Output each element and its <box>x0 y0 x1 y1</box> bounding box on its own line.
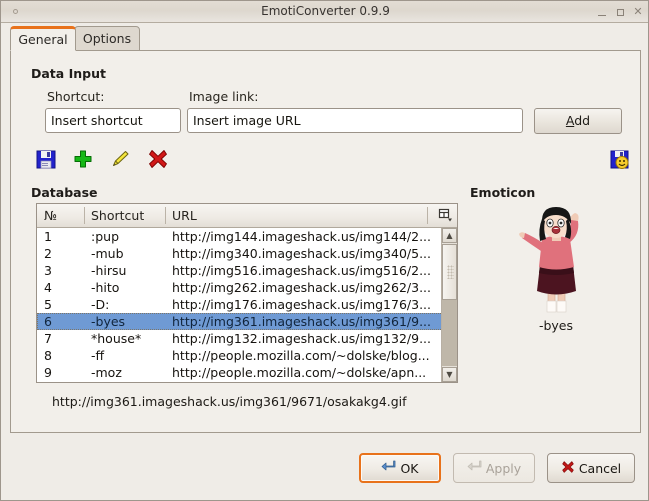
table-cell-num: 7 <box>44 331 52 346</box>
shortcut-label: Shortcut: <box>47 89 105 104</box>
scroll-thumb[interactable] <box>442 244 457 300</box>
edit-icon[interactable] <box>109 148 131 170</box>
application-window: EmotiConverter 0.9.9 ✕ Options General D… <box>0 0 649 501</box>
table-cell-num: 9 <box>44 365 52 380</box>
add-button[interactable]: Add <box>534 108 622 134</box>
cancel-button-label: Cancel <box>578 460 622 476</box>
save-icon[interactable] <box>35 148 57 170</box>
scroll-down-arrow[interactable]: ▼ <box>442 367 457 382</box>
cancel-button[interactable]: Cancel <box>547 453 635 483</box>
table-cell-url: http://img516.imageshack.us/img516/2... <box>172 263 431 278</box>
table-cell-shortcut: -moz <box>91 365 122 380</box>
enter-arrow-icon-disabled <box>467 460 482 476</box>
table-cell-num: 4 <box>44 280 52 295</box>
data-input-group-title: Data Input <box>31 66 106 81</box>
table-row[interactable]: 7 *house* http://img132.imageshack.us/img1… <box>37 330 457 347</box>
table-cell-num: 1 <box>44 229 52 244</box>
table-cell-num: 6 <box>44 314 52 329</box>
column-chooser-icon[interactable] <box>438 208 454 223</box>
image-link-label: Image link: <box>189 89 259 104</box>
tab-options[interactable]: Options <box>74 26 140 51</box>
table-cell-url: http://people.mozilla.com/~dolske/blog..… <box>172 348 430 363</box>
maximize-button[interactable] <box>613 5 627 19</box>
table-cell-num: 5 <box>44 297 52 312</box>
ok-button-label: OK <box>400 460 419 476</box>
scroll-thumb-grip <box>447 265 454 279</box>
column-header-url[interactable]: URL <box>165 204 427 227</box>
database-table[interactable]: № Shortcut URL 1 :pup http://img144.images… <box>36 203 458 383</box>
table-row[interactable]: 5 -D: http://img176.imageshack.us/img176/3… <box>37 296 457 313</box>
add-button-label: dd <box>574 113 591 128</box>
table-cell-url: http://img361.imageshack.us/img361/9... <box>172 314 431 329</box>
image-link-input[interactable] <box>187 108 523 133</box>
add-button-mnemonic: A <box>565 113 575 128</box>
table-row[interactable]: 9 -moz http://people.mozilla.com/~dolske/a… <box>37 364 457 381</box>
close-button[interactable]: ✕ <box>631 5 645 19</box>
table-header-row: № Shortcut URL <box>37 204 457 228</box>
table-cell-url: http://img132.imageshack.us/img132/9... <box>172 331 431 346</box>
table-cell-shortcut: -ff <box>91 348 105 363</box>
table-cell-shortcut: -mub <box>91 246 124 261</box>
enter-arrow-icon <box>381 460 396 476</box>
table-cell-shortcut: -byes <box>91 314 126 329</box>
save-emoticons-icon[interactable] <box>609 148 631 170</box>
table-cell-shortcut: *house* <box>91 331 142 346</box>
emoticon-group-title: Emoticon <box>470 185 536 200</box>
apply-button-label: Apply <box>485 460 522 476</box>
tab-options-label: Options <box>82 31 132 46</box>
general-tab-panel: Data Input Shortcut: Image link: Add <box>10 50 641 433</box>
table-body: 1 :pup http://img144.imageshack.us/img144/… <box>37 228 457 381</box>
table-row[interactable]: 3 -hirsu http://img516.imageshack.us/img51… <box>37 262 457 279</box>
emoticon-caption: -byes <box>538 318 574 333</box>
table-cell-shortcut: -hirsu <box>91 263 127 278</box>
minimize-button[interactable] <box>595 5 609 19</box>
tab-general-label: General <box>18 32 68 47</box>
column-header-number[interactable]: № <box>37 204 84 227</box>
ok-button[interactable]: OK <box>359 453 441 483</box>
scroll-track[interactable] <box>442 300 457 366</box>
table-cell-url: http://img340.imageshack.us/img340/5... <box>172 246 431 261</box>
scroll-up-arrow[interactable]: ▲ <box>442 228 457 243</box>
column-header-shortcut[interactable]: Shortcut <box>84 204 165 227</box>
apply-button[interactable]: Apply <box>453 453 535 483</box>
table-cell-num: 2 <box>44 246 52 261</box>
table-cell-shortcut: :pup <box>91 229 120 244</box>
table-cell-shortcut: -D: <box>91 297 110 312</box>
table-cell-url: http://img262.imageshack.us/img262/3... <box>172 280 431 295</box>
table-row[interactable]: 1 :pup http://img144.imageshack.us/img144/… <box>37 228 457 245</box>
shortcut-input[interactable] <box>45 108 181 133</box>
add-icon[interactable] <box>72 148 94 170</box>
emoticon-preview-image <box>516 203 596 315</box>
selected-url-status: http://img361.imageshack.us/img361/9671/… <box>52 394 407 409</box>
table-row[interactable]: 2 -mub http://img340.imageshack.us/img340/… <box>37 245 457 262</box>
window-title: EmotiConverter 0.9.9 <box>261 4 390 18</box>
database-group-title: Database <box>31 185 98 200</box>
table-cell-url: http://people.mozilla.com/~dolske/apn... <box>172 365 427 380</box>
table-cell-num: 3 <box>44 263 52 278</box>
table-vertical-scrollbar[interactable]: ▲ ▼ <box>441 228 457 382</box>
title-bar: EmotiConverter 0.9.9 ✕ <box>1 1 648 23</box>
delete-icon[interactable] <box>147 148 169 170</box>
table-row[interactable]: 6 -byes http://img361.imageshack.us/img361… <box>37 313 457 330</box>
table-row[interactable]: 8 -ff http://people.mozilla.com/~dolske/bl… <box>37 347 457 364</box>
tab-general[interactable]: General <box>10 26 76 51</box>
table-cell-url: http://img176.imageshack.us/img176/3... <box>172 297 431 312</box>
table-cell-num: 8 <box>44 348 52 363</box>
table-cell-url: http://img144.imageshack.us/img144/2... <box>172 229 431 244</box>
table-row[interactable]: 4 -hito http://img262.imageshack.us/img262… <box>37 279 457 296</box>
table-cell-shortcut: -hito <box>91 280 120 295</box>
cancel-x-icon <box>561 460 575 477</box>
